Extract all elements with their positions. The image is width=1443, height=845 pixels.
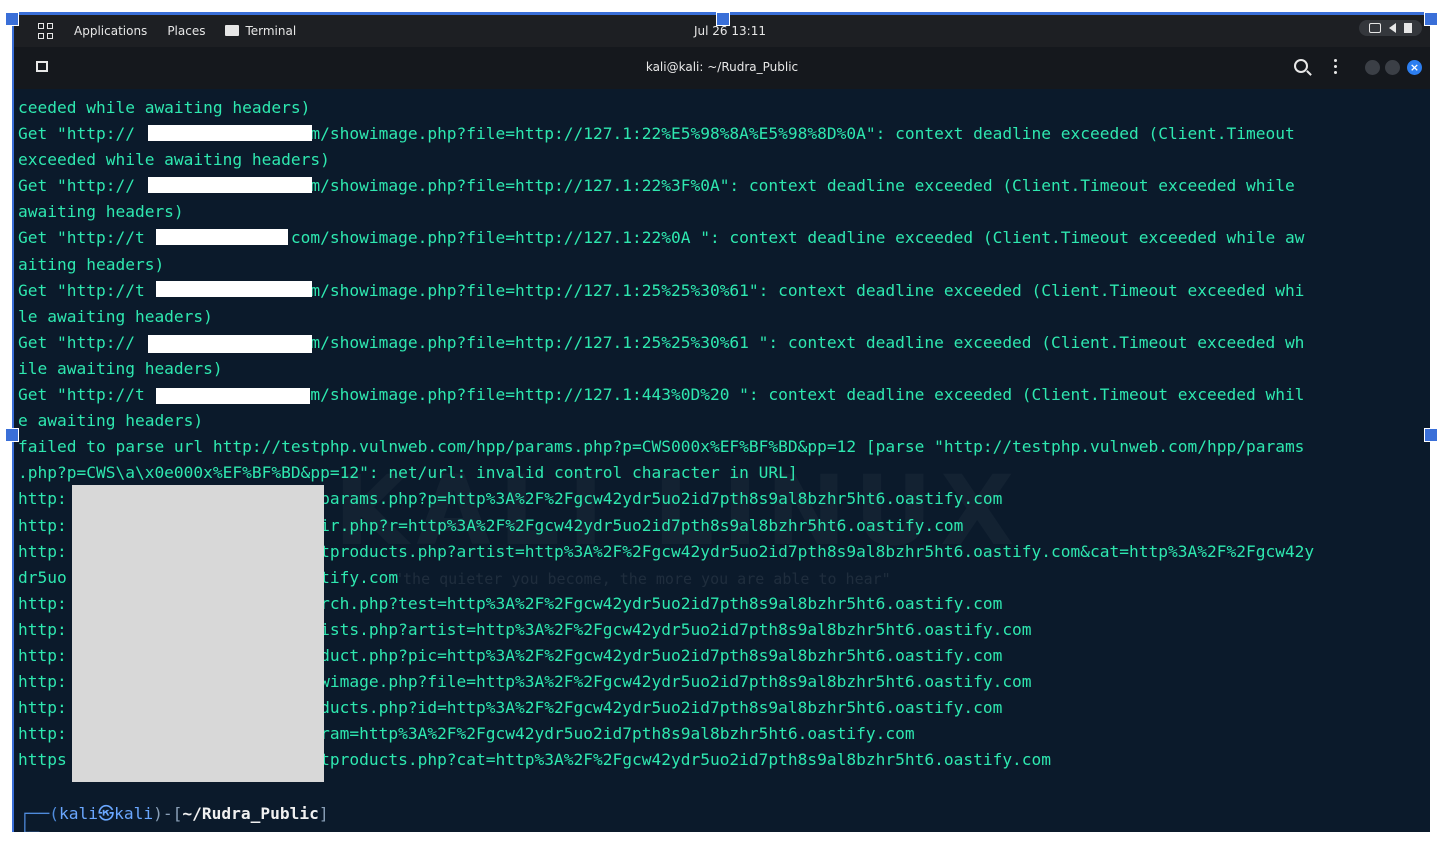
resize-handle[interactable]	[716, 12, 730, 26]
terminal-line: e awaiting headers)	[18, 411, 204, 431]
clock[interactable]: Jul 26 13:11	[694, 24, 766, 38]
terminal-line: .php?p=CWS\a\x0e000x%EF%BF%BD&pp=12": ne…	[18, 463, 798, 483]
shell-prompt-line2[interactable]: └─	[20, 823, 39, 832]
terminal-line: aiting headers)	[18, 254, 165, 274]
resize-handle[interactable]	[5, 428, 19, 442]
menu-places[interactable]: Places	[167, 24, 205, 38]
terminal-window: Applications Places Terminal Jul 26 13:1…	[12, 12, 1430, 832]
resize-handle[interactable]	[5, 12, 19, 26]
redaction-block	[156, 229, 288, 245]
terminal-line: le awaiting headers)	[18, 306, 213, 326]
maximize-button[interactable]	[1385, 60, 1400, 75]
window-title: kali@kali: ~/Rudra_Public	[645, 60, 799, 74]
menu-terminal[interactable]: Terminal	[225, 24, 296, 38]
redaction-block-large	[72, 485, 324, 782]
resize-handle[interactable]	[1424, 428, 1438, 442]
terminal-line: ceeded while awaiting headers)	[18, 98, 311, 117]
system-tray[interactable]	[1359, 20, 1422, 36]
redaction-block	[148, 177, 312, 193]
prompt-user: kali㉿kali	[58, 804, 154, 823]
terminal-icon	[225, 25, 240, 36]
battery-icon	[1404, 23, 1412, 33]
terminal-line: awaiting headers)	[18, 202, 184, 222]
menu-applications[interactable]: Applications	[74, 24, 147, 38]
screen-icon	[1369, 23, 1381, 33]
shell-prompt: ┌──(kali㉿kali)-[~/Rudra_Public]	[20, 804, 329, 823]
apps-grid-icon[interactable]	[38, 23, 54, 39]
terminal-line: ile awaiting headers)	[18, 358, 223, 378]
terminal-line: failed to parse url http://testphp.vulnw…	[18, 437, 1305, 457]
resize-handle[interactable]	[1424, 12, 1438, 26]
redaction-block	[148, 125, 312, 141]
minimize-button[interactable]	[1365, 60, 1380, 75]
menu-kebab-icon[interactable]	[1334, 59, 1338, 74]
speaker-icon	[1389, 23, 1396, 33]
terminal-titlebar: kali@kali: ~/Rudra_Public ×	[14, 47, 1430, 89]
close-button[interactable]: ×	[1407, 60, 1422, 75]
redaction-block	[148, 335, 312, 353]
prompt-path: ~/Rudra_Public	[182, 804, 319, 823]
redaction-block	[156, 281, 312, 297]
terminal-line: exceeded while awaiting headers)	[18, 150, 330, 170]
menu-terminal-label: Terminal	[245, 24, 297, 38]
search-icon[interactable]	[1294, 59, 1308, 73]
redaction-block	[156, 388, 310, 404]
